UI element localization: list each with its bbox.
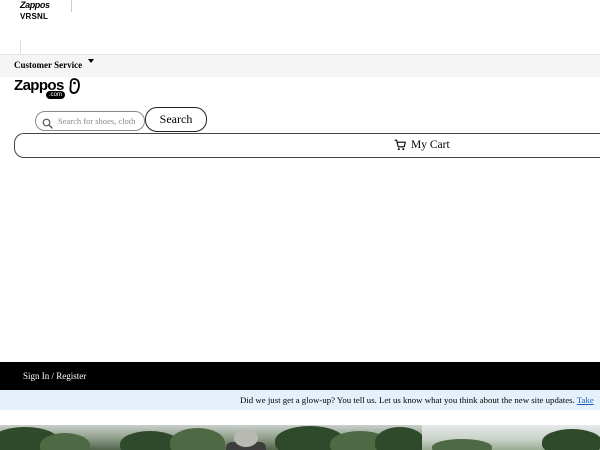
hero-tree-shape xyxy=(432,439,492,450)
hero-tree-shape xyxy=(170,428,225,450)
utility-nav: Customer Service xyxy=(0,54,600,77)
caret-down-icon xyxy=(88,59,94,63)
zappos-mini-logo[interactable]: Zappos xyxy=(20,0,50,11)
zappos-logo[interactable]: Zappos .com xyxy=(14,77,82,101)
cart-button[interactable]: My Cart xyxy=(14,133,600,158)
account-bar: Sign In / Register xyxy=(0,362,600,390)
logo-suffix: .com xyxy=(46,91,66,99)
search-button[interactable]: Search xyxy=(145,107,207,132)
hero-tree-shape xyxy=(40,433,90,450)
hero-tree-shape xyxy=(375,427,425,450)
sign-in-register-link[interactable]: Sign In / Register xyxy=(23,362,86,390)
cart-label: My Cart xyxy=(411,139,450,151)
feedback-text: Did we just get a glow-up? You tell us. … xyxy=(240,390,600,410)
feedback-message: Did we just get a glow-up? You tell us. … xyxy=(240,395,577,405)
divider xyxy=(71,0,72,12)
cart-icon xyxy=(394,139,406,151)
feedback-survey-link[interactable]: Take xyxy=(577,395,594,405)
shoe-icon xyxy=(69,78,80,94)
customer-service-menu[interactable]: Customer Service xyxy=(14,55,94,70)
hero-banner[interactable] xyxy=(0,425,600,450)
customer-service-label: Customer Service xyxy=(14,60,83,70)
search-icon xyxy=(42,118,53,129)
hero-person-shape xyxy=(234,429,258,447)
feedback-banner: Did we just get a glow-up? You tell us. … xyxy=(0,390,600,410)
hero-tree-shape xyxy=(542,429,600,450)
hero-photo-panel xyxy=(422,425,600,450)
divider xyxy=(20,40,21,53)
vrsnl-logo[interactable]: VRSNL xyxy=(20,12,48,22)
